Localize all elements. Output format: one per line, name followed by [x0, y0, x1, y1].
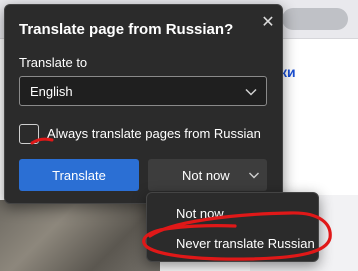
translate-to-label: Translate to: [19, 55, 88, 70]
translate-button-label: Translate: [52, 167, 106, 183]
page-photo: [0, 200, 160, 271]
not-now-dropdown-menu: Not now Never translate Russian: [146, 192, 319, 262]
menu-item-never-translate[interactable]: Never translate Russian: [176, 236, 315, 251]
chevron-down-icon[interactable]: [248, 169, 260, 181]
translate-button[interactable]: Translate: [19, 159, 139, 191]
language-select-value: English: [30, 84, 73, 99]
not-now-button[interactable]: Not now: [148, 159, 267, 191]
language-select[interactable]: English: [19, 76, 267, 106]
chevron-down-icon: [245, 88, 257, 96]
close-icon[interactable]: ✕: [259, 14, 277, 32]
always-translate-checkbox[interactable]: [19, 124, 39, 144]
translate-dialog: Translate page from Russian? ✕ Translate…: [4, 4, 283, 204]
dialog-title: Translate page from Russian?: [19, 21, 234, 38]
address-pill: [282, 8, 348, 30]
always-translate-label[interactable]: Always translate pages from Russian: [47, 126, 261, 141]
not-now-button-label: Not now: [182, 168, 230, 183]
menu-item-not-now[interactable]: Not now: [176, 206, 224, 221]
